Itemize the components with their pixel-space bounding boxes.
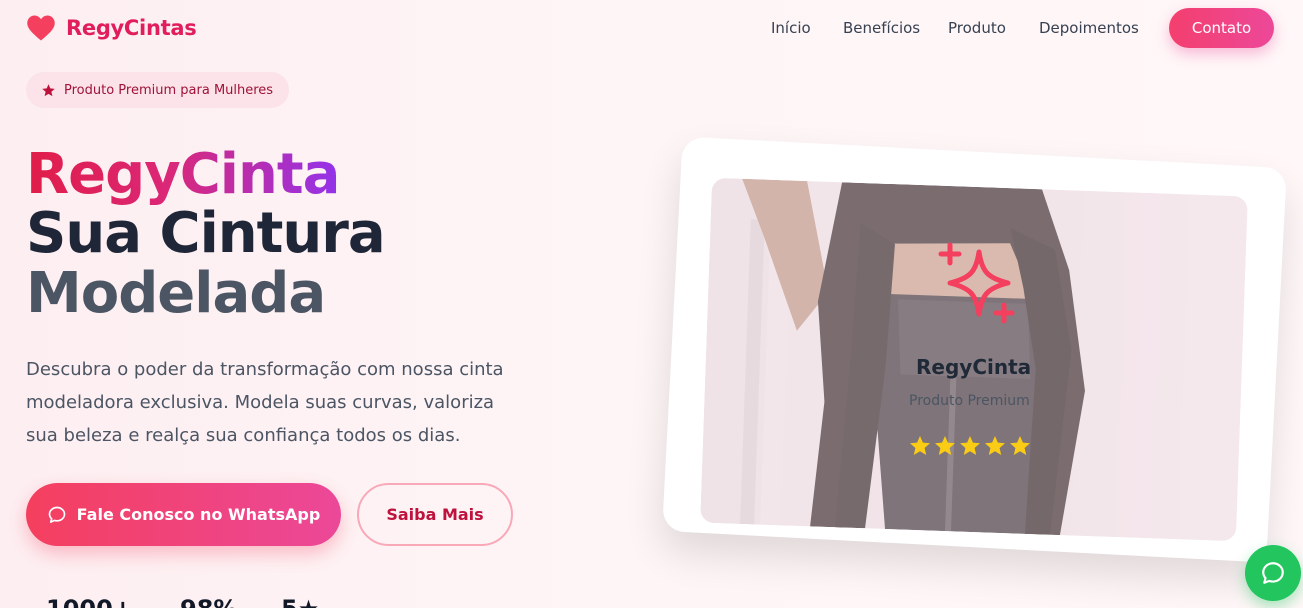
star-icon xyxy=(42,83,55,96)
star-icon xyxy=(935,436,955,455)
nav-link-inicio[interactable]: Início xyxy=(771,19,811,37)
brand-name: RegyCintas xyxy=(66,16,197,40)
card-product-subtitle: Produto Premium xyxy=(909,393,1030,409)
whatsapp-button-label: Fale Conosco no WhatsApp xyxy=(76,505,321,524)
hero-description: Descubra o poder da transformação com no… xyxy=(26,359,504,446)
hero-title-line2: Sua Cintura xyxy=(26,201,386,266)
stat-rating: 5★ xyxy=(281,595,319,608)
nav-link-produto[interactable]: Produto xyxy=(948,19,1006,37)
top-navigation: RegyCintas Início Benefícios Produto Dep… xyxy=(0,0,1303,58)
stat-satisfaction: 98% xyxy=(180,595,237,608)
star-icon xyxy=(910,436,930,455)
card-rating-stars xyxy=(908,434,1032,458)
star-icon xyxy=(985,436,1005,455)
whatsapp-contact-button[interactable]: Fale Conosco no WhatsApp xyxy=(26,483,341,546)
premium-badge: Produto Premium para Mulheres xyxy=(26,72,289,108)
whatsapp-icon xyxy=(1262,562,1284,584)
contact-button[interactable]: Contato xyxy=(1169,8,1274,48)
nav-link-depoimentos[interactable]: Depoimentos xyxy=(1039,19,1139,37)
sparkles-icon xyxy=(938,242,1015,324)
hero-title-line3: Modelada xyxy=(26,261,326,326)
brand-logo[interactable]: RegyCintas xyxy=(26,14,197,42)
floating-whatsapp-button[interactable] xyxy=(1245,545,1301,601)
star-icon xyxy=(1010,436,1030,455)
learn-more-button[interactable]: Saiba Mais xyxy=(357,483,513,546)
hero-title-brand: RegyCinta xyxy=(26,142,340,207)
stat-customers: 1000+ xyxy=(46,595,133,608)
card-product-title: RegyCinta xyxy=(916,355,1032,379)
nav-link-beneficios[interactable]: Benefícios xyxy=(843,19,920,37)
star-icon xyxy=(960,436,980,455)
heart-icon xyxy=(27,15,55,41)
badge-label: Produto Premium para Mulheres xyxy=(64,82,274,98)
chat-bubble-icon xyxy=(48,506,66,523)
